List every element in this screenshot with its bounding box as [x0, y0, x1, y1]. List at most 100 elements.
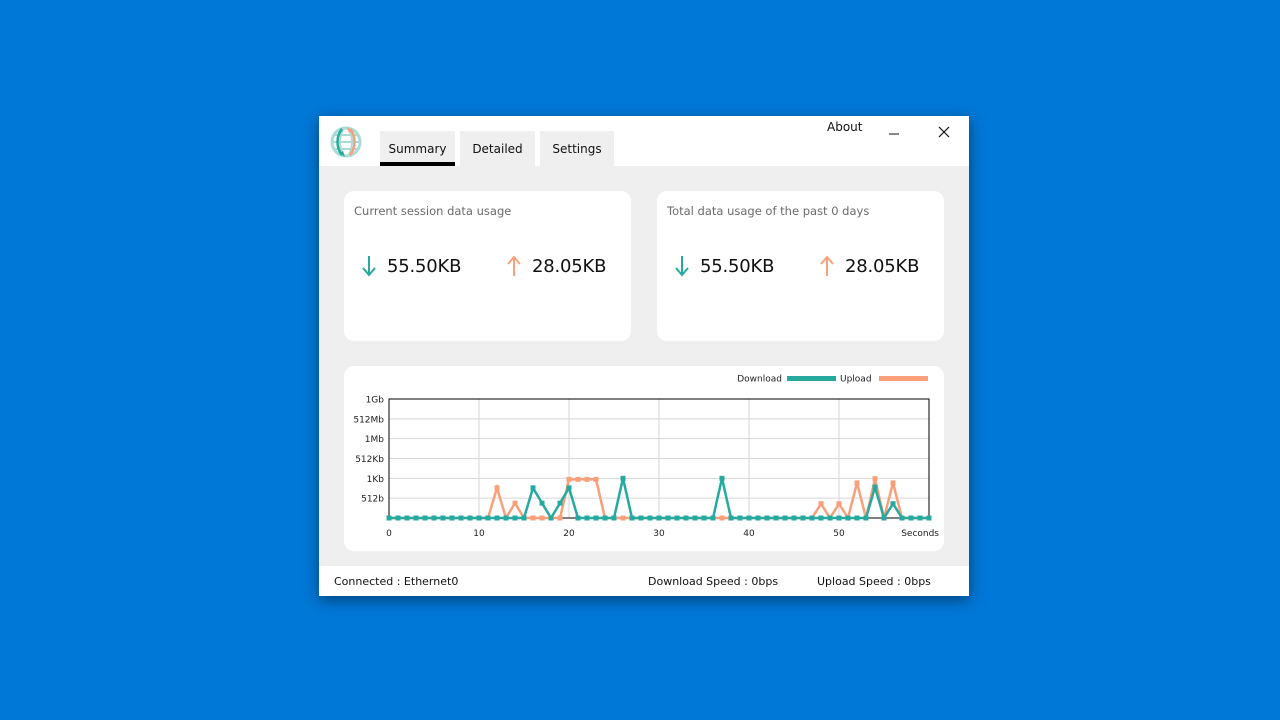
data-point-download: [530, 485, 536, 491]
data-point-download: [647, 515, 653, 521]
session-upload-value: 28.05KB: [532, 255, 607, 277]
data-point-download: [476, 515, 482, 521]
data-point-upload: [620, 515, 626, 521]
data-point-download: [665, 515, 671, 521]
upload-arrow-icon: [507, 255, 521, 276]
data-point-download: [395, 515, 401, 521]
data-point-download: [809, 515, 815, 521]
session-upload-stat: 28.05KB: [506, 254, 606, 278]
data-point-upload: [494, 485, 500, 491]
data-point-download: [710, 515, 716, 521]
data-point-download: [881, 515, 887, 521]
data-point-upload: [539, 515, 545, 521]
data-point-download: [854, 515, 860, 521]
download-arrow-icon: [362, 256, 376, 277]
data-point-download: [629, 515, 635, 521]
legend-swatch-upload: [879, 376, 928, 381]
data-point-upload: [584, 476, 590, 482]
total-download-stat: 55.50KB: [674, 254, 774, 278]
data-point-download: [872, 484, 878, 490]
data-point-download: [548, 515, 554, 521]
y-tick-label: 1Gb: [366, 396, 385, 406]
data-point-upload: [836, 501, 842, 507]
data-point-upload: [557, 515, 563, 521]
legend-label-download: Download: [737, 375, 782, 385]
data-point-download: [737, 515, 743, 521]
status-bar: Connected : Ethernet0 Download Speed : 0…: [319, 566, 969, 596]
x-tick-label: 30: [653, 529, 665, 539]
data-point-download: [701, 515, 707, 521]
data-point-download: [575, 515, 581, 521]
data-point-download: [458, 515, 464, 521]
x-tick-label: 40: [743, 529, 755, 539]
x-axis-label: Seconds: [901, 529, 939, 539]
data-point-download: [719, 475, 725, 481]
data-point-download: [836, 515, 842, 521]
data-point-download: [413, 515, 419, 521]
upload-arrow-icon: [820, 255, 834, 276]
data-point-download: [764, 515, 770, 521]
data-point-download: [512, 515, 518, 521]
tab-detailed-label: Detailed: [472, 141, 523, 156]
data-point-download: [566, 485, 572, 491]
data-point-download: [422, 515, 428, 521]
tab-summary[interactable]: Summary: [380, 131, 455, 166]
about-button[interactable]: About: [827, 120, 862, 134]
legend-swatch-download: [787, 376, 836, 381]
data-point-upload: [872, 476, 878, 482]
speed-chart-card: 512b 1Kb 512Kb 1Mb 512Mb 1Gb 0 10 20 30 40 50 Second…: [344, 366, 944, 551]
data-point-upload: [593, 476, 599, 482]
session-card-title: Current session data usage: [354, 204, 512, 218]
data-point-download: [683, 515, 689, 521]
data-point-download: [791, 515, 797, 521]
minimize-icon: [889, 133, 899, 135]
data-point-download: [656, 515, 662, 521]
x-tick-label: 50: [833, 529, 845, 539]
data-point-download: [782, 515, 788, 521]
tab-detailed[interactable]: Detailed: [460, 131, 535, 166]
data-point-upload: [512, 500, 518, 506]
title-bar: Summary Detailed Settings About: [319, 116, 969, 166]
data-point-upload: [566, 476, 572, 482]
data-point-upload: [575, 476, 581, 482]
data-point-download: [431, 515, 437, 521]
data-point-download: [557, 500, 563, 506]
y-tick-label: 1Mb: [365, 435, 384, 445]
tab-settings-label: Settings: [552, 141, 602, 156]
close-button[interactable]: [924, 120, 964, 144]
data-point-download: [728, 515, 734, 521]
data-point-download: [593, 515, 599, 521]
total-card-title: Total data usage of the past 0 days: [667, 204, 870, 218]
data-point-download: [827, 515, 833, 521]
data-point-download: [818, 515, 824, 521]
data-point-download: [440, 515, 446, 521]
data-point-download: [863, 515, 869, 521]
data-point-download: [467, 515, 473, 521]
data-point-download: [611, 515, 617, 521]
data-point-upload: [854, 480, 860, 486]
data-point-download: [638, 515, 644, 521]
x-tick-label: 0: [386, 529, 392, 539]
data-point-download: [926, 515, 932, 521]
minimize-button[interactable]: [874, 120, 914, 144]
tab-summary-label: Summary: [388, 141, 447, 156]
data-point-download: [692, 515, 698, 521]
data-point-download: [746, 515, 752, 521]
data-point-download: [620, 475, 626, 481]
total-download-value: 55.50KB: [700, 255, 775, 277]
data-point-download: [539, 500, 545, 506]
total-usage-card: Total data usage of the past 0 days 55.5…: [657, 191, 944, 341]
data-point-download: [449, 515, 455, 521]
data-point-download: [890, 501, 896, 507]
y-tick-label: 512Kb: [355, 455, 384, 465]
tab-settings[interactable]: Settings: [540, 131, 614, 166]
data-point-download: [899, 515, 905, 521]
data-point-upload: [530, 515, 536, 521]
speed-chart: 512b 1Kb 512Kb 1Mb 512Mb 1Gb 0 10 20 30 40 50 Second…: [353, 375, 939, 540]
data-point-download: [800, 515, 806, 521]
connection-status: Connected : Ethernet0: [334, 575, 459, 588]
download-speed: Download Speed : 0bps: [648, 575, 779, 588]
data-point-download: [584, 515, 590, 521]
globe-updown-arrows-icon: [330, 126, 362, 158]
y-tick-label: 1Kb: [367, 475, 385, 485]
